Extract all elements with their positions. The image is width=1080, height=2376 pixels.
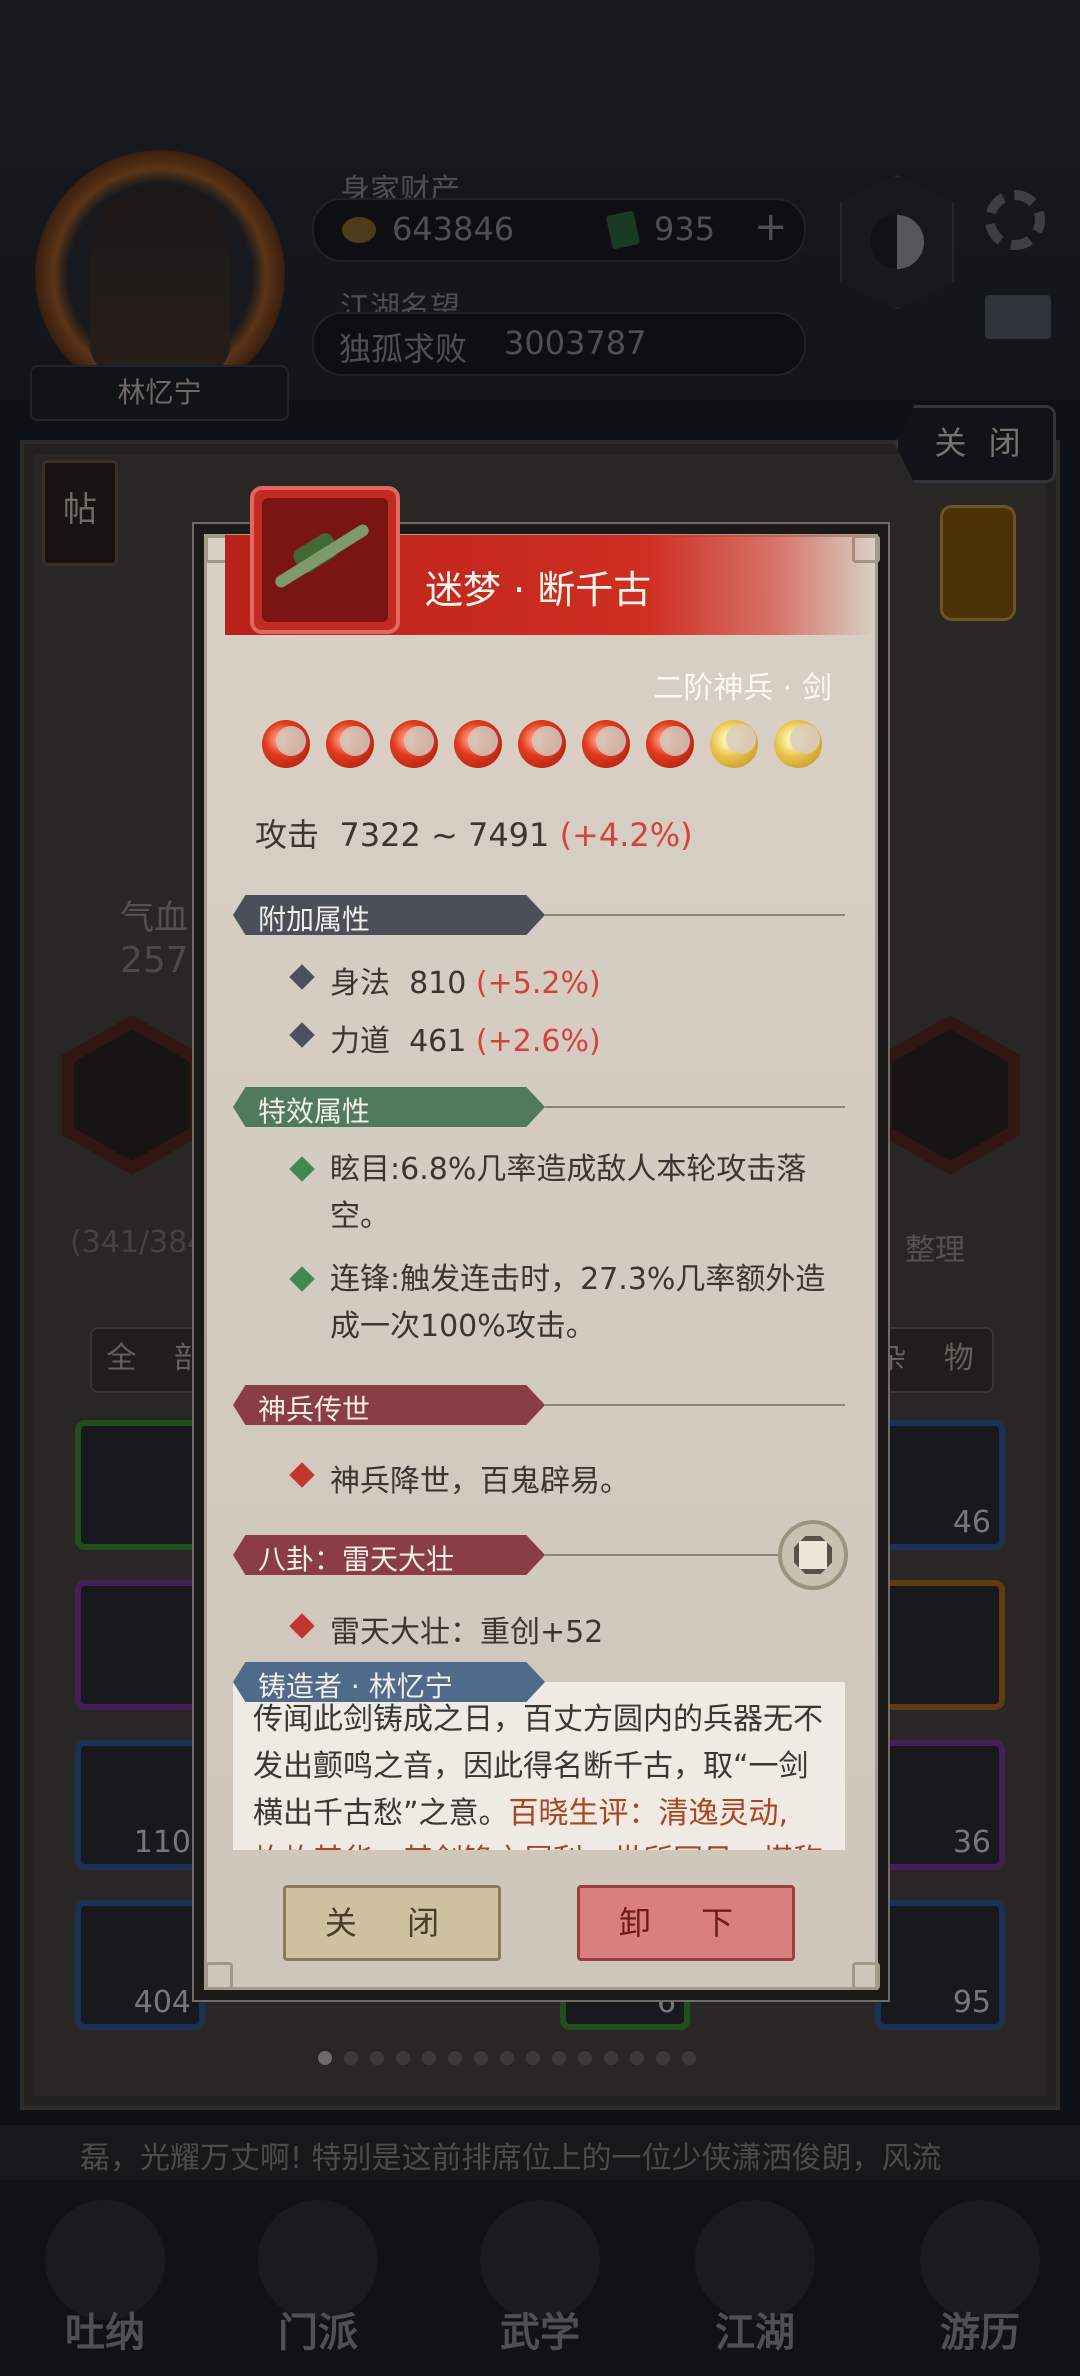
extra-attr-row: 身法 810 (+5.2%) bbox=[330, 958, 601, 1002]
red-moon-star-icon bbox=[262, 720, 310, 768]
section-extra-attrs: 附加属性 bbox=[233, 895, 545, 935]
item-name: 迷梦 · 断千古 bbox=[425, 568, 652, 612]
section-special-effects: 特效属性 bbox=[233, 1087, 545, 1127]
attr-value: 810 bbox=[409, 966, 467, 1001]
divider bbox=[545, 1106, 845, 1108]
section-legend: 神兵传世 bbox=[233, 1385, 545, 1425]
section-title: 八卦：雷天大壮 bbox=[258, 1543, 455, 1576]
section-title: 铸造者 · 林忆宁 bbox=[258, 1670, 453, 1703]
item-icon-frame bbox=[250, 486, 400, 634]
lore-box[interactable]: 传闻此剑铸成之日，百丈方圆内的兵器无不发出颤鸣之音，因此得名断千古，取“一剑横出… bbox=[233, 1682, 845, 1850]
attr-bonus: (+2.6%) bbox=[475, 1024, 601, 1059]
close-button[interactable]: 关 闭 bbox=[283, 1885, 501, 1961]
item-tier: 二阶神兵 · 剑 bbox=[653, 671, 832, 706]
section-title: 附加属性 bbox=[258, 903, 371, 936]
gold-moon-star-icon bbox=[774, 720, 822, 768]
corner-ornament bbox=[852, 1962, 880, 1990]
attr-name: 力道 bbox=[330, 1024, 390, 1059]
unequip-button-label: 卸 下 bbox=[618, 1904, 754, 1942]
attack-label: 攻击 bbox=[255, 816, 320, 854]
bagua-text: 雷天大壮：重创+52 bbox=[330, 1615, 604, 1650]
divider bbox=[545, 914, 845, 916]
attr-bonus: (+5.2%) bbox=[475, 966, 601, 1001]
legend-text: 神兵降世，百鬼辟易。 bbox=[330, 1464, 630, 1499]
attr-name: 身法 bbox=[330, 966, 390, 1001]
attack-line: 攻击 7322 ~ 7491 (+4.2%) bbox=[255, 810, 693, 856]
divider bbox=[545, 1404, 845, 1406]
red-moon-star-icon bbox=[326, 720, 374, 768]
corner-ornament bbox=[205, 1962, 233, 1990]
bagua-icon[interactable] bbox=[778, 1520, 848, 1590]
close-button-label: 关 闭 bbox=[324, 1904, 460, 1942]
effect-text: 连锋:触发连击时，27.3%几率额外造成一次100%攻击。 bbox=[330, 1262, 826, 1344]
divider bbox=[545, 1554, 780, 1556]
attack-range: 7322 ~ 7491 bbox=[339, 816, 550, 854]
gold-moon-star-icon bbox=[710, 720, 758, 768]
effect-text: 眩目:6.8%几率造成敌人本轮攻击落空。 bbox=[330, 1152, 807, 1234]
section-title: 神兵传世 bbox=[258, 1393, 371, 1426]
red-moon-star-icon bbox=[646, 720, 694, 768]
attr-value: 461 bbox=[409, 1024, 467, 1059]
attack-bonus: (+4.2%) bbox=[559, 816, 693, 854]
red-moon-star-icon bbox=[390, 720, 438, 768]
extra-attr-row: 力道 461 (+2.6%) bbox=[330, 1016, 601, 1060]
unequip-button[interactable]: 卸 下 bbox=[577, 1885, 795, 1961]
red-moon-star-icon bbox=[582, 720, 630, 768]
section-bagua: 八卦：雷天大壮 bbox=[233, 1535, 545, 1575]
section-forger: 铸造者 · 林忆宁 bbox=[233, 1662, 545, 1702]
red-moon-star-icon bbox=[454, 720, 502, 768]
section-title: 特效属性 bbox=[258, 1095, 371, 1128]
lore-paragraph: 传闻此剑铸成之日，百丈方圆内的兵器无不发出颤鸣之音，因此得名断千古，取“一剑横出… bbox=[233, 1682, 845, 1850]
red-moon-star-icon bbox=[518, 720, 566, 768]
